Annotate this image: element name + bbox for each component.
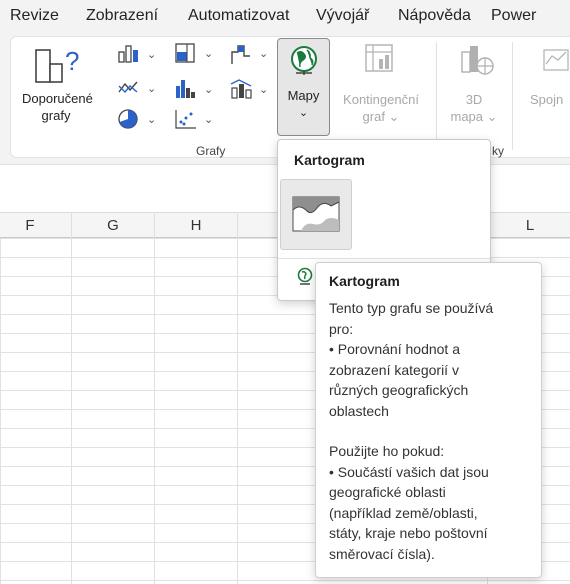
- tooltip-line: pro:: [329, 320, 354, 337]
- column-header-l[interactable]: L: [522, 217, 538, 234]
- dropdown-separator: [278, 258, 490, 259]
- tooltip-title: Kartogram: [329, 273, 400, 289]
- ribbon-separator: [436, 42, 437, 150]
- sparkline-icon: [543, 49, 569, 71]
- tab-power[interactable]: Power: [491, 7, 536, 25]
- column-gridline: [237, 212, 238, 584]
- svg-text:⌄: ⌄: [259, 84, 268, 96]
- statistic-chart-icon[interactable]: ⌄: [174, 78, 216, 100]
- svg-text:?: ?: [65, 46, 79, 76]
- tooltip-line: oblastech: [329, 402, 389, 419]
- svg-text:⌄: ⌄: [259, 48, 268, 60]
- 3d-map-icon: [461, 46, 494, 75]
- svg-text:⌄: ⌄: [147, 114, 156, 126]
- tooltip-line: zobrazení kategorií v: [329, 361, 459, 378]
- column-header-g[interactable]: G: [105, 217, 121, 234]
- tab-automatizovat[interactable]: Automatizovat: [188, 7, 289, 25]
- tab-revize[interactable]: Revize: [10, 7, 59, 25]
- maps-label: Mapy: [287, 88, 320, 103]
- column-header-f[interactable]: F: [22, 217, 38, 234]
- svg-text:⌄: ⌄: [147, 83, 156, 95]
- filled-map-icon: [292, 196, 340, 232]
- tooltip-line: Použijte ho pokud:: [329, 443, 445, 459]
- tooltip-line: státy, kraje nebo poštovní: [329, 525, 488, 541]
- tooltip: Kartogram Tento typ grafu se používá pro…: [315, 262, 542, 578]
- recommended-charts-icon[interactable]: ?: [34, 44, 92, 84]
- tab-vyvojar[interactable]: Vývojář: [316, 7, 369, 25]
- column-chart-icon[interactable]: ⌄: [117, 44, 159, 64]
- combo-chart-icon[interactable]: ⌄: [229, 78, 271, 102]
- column-gridline: [71, 212, 72, 584]
- menu-bar: Revize Zobrazení Automatizovat Vývojář N…: [0, 0, 570, 36]
- pivot-chart-icon: [365, 44, 393, 72]
- recommended-charts-button[interactable]: Doporučené grafy: [22, 90, 93, 124]
- filled-map-option[interactable]: [280, 179, 352, 250]
- tooltip-line: • Součástí vašich dat jsou: [329, 463, 489, 480]
- column-gridline: [154, 212, 155, 584]
- sparkline-button: Spojn: [530, 92, 564, 107]
- globe-map-icon: [291, 46, 317, 75]
- maps-button[interactable]: Mapy ⌄: [277, 38, 330, 136]
- tooltip-line: Tento typ grafu se používá: [329, 300, 494, 316]
- next-group-label: ky: [492, 144, 504, 158]
- tooltip-line: (například země/oblasti,: [329, 504, 478, 521]
- tooltip-line: směrovací čísla).: [329, 545, 435, 562]
- tooltip-line: různých geografických: [329, 382, 469, 398]
- waterfall-chart-icon[interactable]: ⌄: [229, 42, 271, 66]
- pie-chart-icon[interactable]: ⌄: [117, 108, 159, 130]
- svg-text:⌄: ⌄: [204, 84, 213, 96]
- pivot-chart-button: Kontingenční graf ⌄: [343, 92, 419, 124]
- tab-napoveda[interactable]: Nápověda: [398, 7, 471, 25]
- svg-text:⌄: ⌄: [204, 114, 213, 126]
- tooltip-line: geografické oblasti: [329, 484, 446, 500]
- tooltip-line: • Porovnání hodnot a: [329, 341, 460, 357]
- maps-chevron-icon: ⌄: [298, 107, 309, 119]
- hierarchy-chart-icon[interactable]: ⌄: [174, 42, 216, 64]
- tab-zobrazeni[interactable]: Zobrazení: [86, 7, 158, 25]
- 3d-map-button: 3D mapa ⌄: [450, 92, 498, 124]
- line-chart-icon[interactable]: ⌄: [117, 78, 159, 98]
- column-header-h[interactable]: H: [188, 217, 204, 234]
- charts-group-label: Grafy: [196, 144, 226, 158]
- svg-text:⌄: ⌄: [147, 49, 156, 61]
- svg-text:⌄: ⌄: [204, 48, 213, 60]
- more-map-charts-icon[interactable]: [296, 267, 316, 287]
- ribbon-separator: [512, 42, 513, 150]
- dropdown-title: Kartogram: [294, 152, 365, 168]
- scatter-chart-icon[interactable]: ⌄: [174, 108, 216, 130]
